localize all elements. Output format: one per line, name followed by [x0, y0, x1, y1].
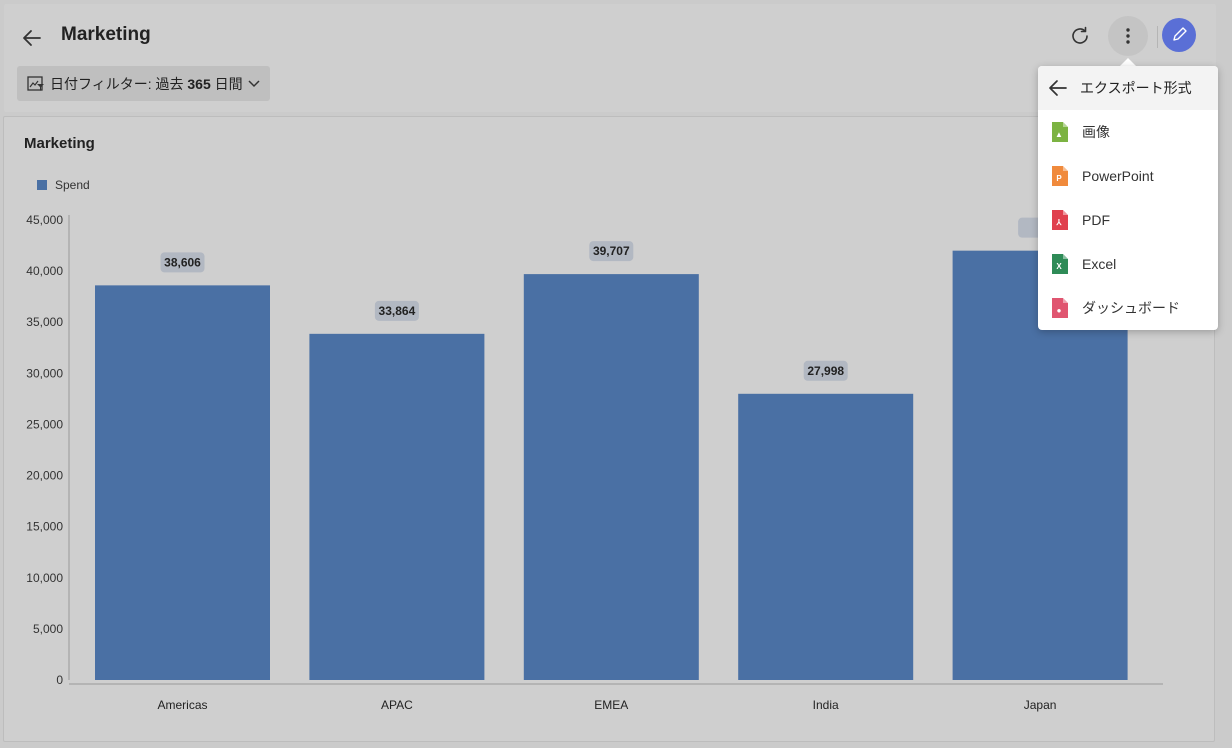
export-option-excel[interactable]: X Excel — [1038, 242, 1218, 286]
y-tick-label: 10,000 — [26, 571, 63, 585]
bar — [523, 274, 699, 680]
x-tick-label: India — [813, 698, 839, 712]
export-option-label: Excel — [1082, 256, 1117, 272]
svg-text:▲: ▲ — [1055, 130, 1063, 139]
bar — [309, 333, 485, 680]
y-tick-label: 25,000 — [26, 417, 63, 431]
y-tick-label: 35,000 — [26, 315, 63, 329]
y-tick-label: 0 — [56, 673, 63, 687]
data-label: 33,864 — [379, 304, 416, 318]
image-file-icon: ▲ — [1052, 122, 1068, 142]
y-tick-label: 20,000 — [26, 469, 63, 483]
excel-file-icon: X — [1052, 254, 1068, 274]
svg-text:●: ● — [1057, 306, 1062, 315]
data-label: 39,707 — [593, 244, 630, 258]
export-option-image[interactable]: ▲ 画像 — [1038, 110, 1218, 154]
x-tick-label: Americas — [157, 698, 207, 712]
export-option-label: ダッシュボード — [1082, 300, 1180, 316]
app-frame: Marketing 日付フィルター: 過去 365 日間 Marketing S… — [0, 0, 1232, 748]
export-menu-back[interactable]: エクスポート形式 — [1038, 66, 1218, 110]
export-option-label: 画像 — [1082, 124, 1110, 140]
dashboard-file-icon: ● — [1052, 298, 1068, 318]
x-tick-label: EMEA — [594, 698, 628, 712]
powerpoint-file-icon: P — [1052, 166, 1068, 186]
y-tick-label: 45,000 — [26, 213, 63, 227]
x-tick-label: Japan — [1024, 698, 1057, 712]
export-menu-title: エクスポート形式 — [1080, 80, 1192, 96]
y-tick-label: 15,000 — [26, 520, 63, 534]
pdf-file-icon: ⅄ — [1052, 210, 1068, 230]
menu-pointer — [1120, 58, 1136, 66]
export-menu: エクスポート形式 ▲ 画像 P PowerPoint ⅄ PDF X Excel ● ダッシュボー… — [1038, 66, 1218, 330]
data-label: 27,998 — [807, 364, 844, 378]
y-tick-label: 30,000 — [26, 366, 63, 380]
svg-text:P: P — [1056, 174, 1062, 183]
export-option-pdf[interactable]: ⅄ PDF — [1038, 198, 1218, 242]
bar — [95, 285, 270, 680]
export-option-label: PowerPoint — [1082, 168, 1154, 184]
export-option-powerpoint[interactable]: P PowerPoint — [1038, 154, 1218, 198]
export-option-label: PDF — [1082, 212, 1110, 228]
bar — [738, 393, 914, 680]
x-tick-label: APAC — [381, 698, 413, 712]
data-label: 38,606 — [164, 255, 201, 269]
y-tick-label: 40,000 — [26, 264, 63, 278]
export-option-dashboard[interactable]: ● ダッシュボード — [1038, 286, 1218, 330]
svg-text:X: X — [1056, 262, 1062, 271]
arrow-left-icon — [1049, 80, 1067, 96]
y-tick-label: 5,000 — [33, 622, 63, 636]
